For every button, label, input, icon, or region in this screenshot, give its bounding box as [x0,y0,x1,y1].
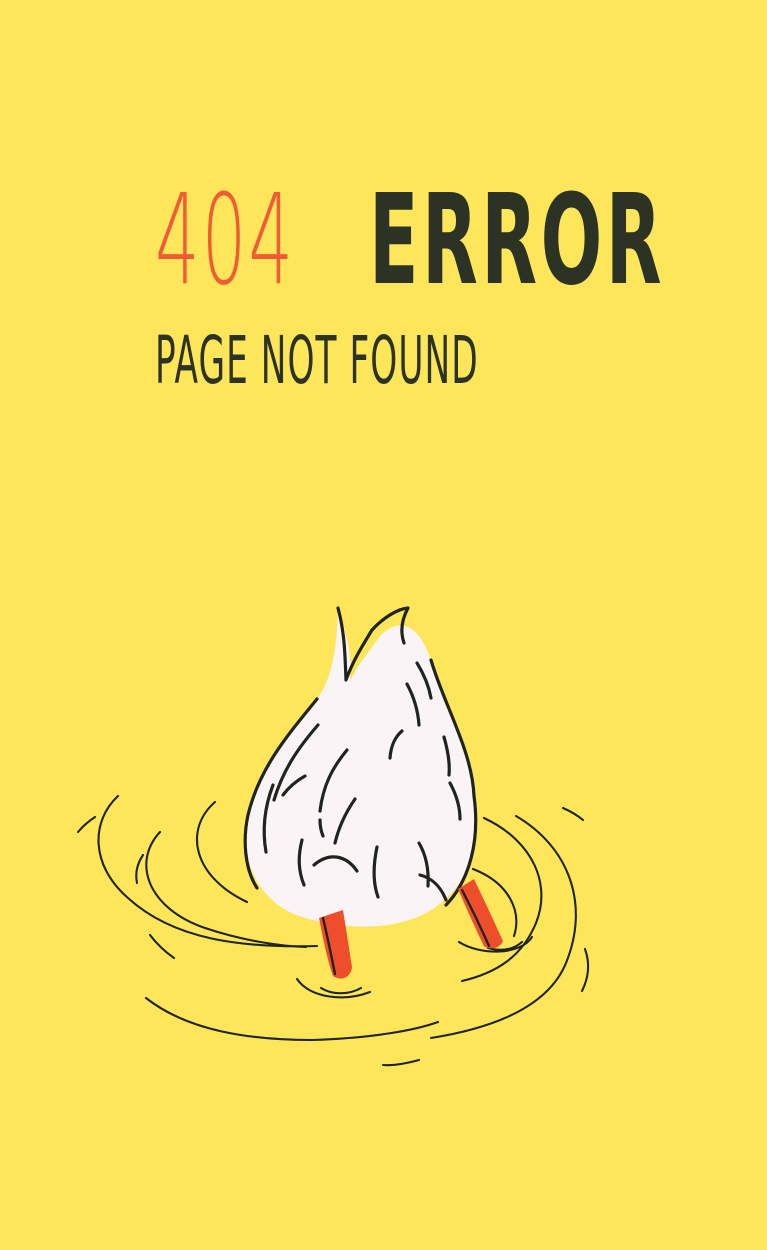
ripple-top-left-short [76,815,97,834]
ripple-right-short-top [561,806,585,822]
ripple-left-short [135,853,145,885]
error-code: 404 [155,168,296,313]
error-word: ERROR [369,168,666,313]
ripple-right-short-bottom [580,947,590,993]
error-headline: 404 ERROR [155,178,675,328]
ripple-left-dash [148,933,176,960]
ripple-bottom-short [381,1058,421,1067]
ripple-lower-left [144,996,440,1042]
ripple-inner-left [195,800,249,904]
page-not-found-subtitle: PAGE NOT FOUND [155,322,479,399]
diving-duck-illustration [76,606,590,1067]
duck-rear [243,606,478,927]
duck-body-shape [245,608,476,927]
right-foot [458,879,503,949]
ripple-small-foot-left [319,986,363,995]
error-page: 404 ERROR PAGE NOT FOUND [0,0,767,1250]
